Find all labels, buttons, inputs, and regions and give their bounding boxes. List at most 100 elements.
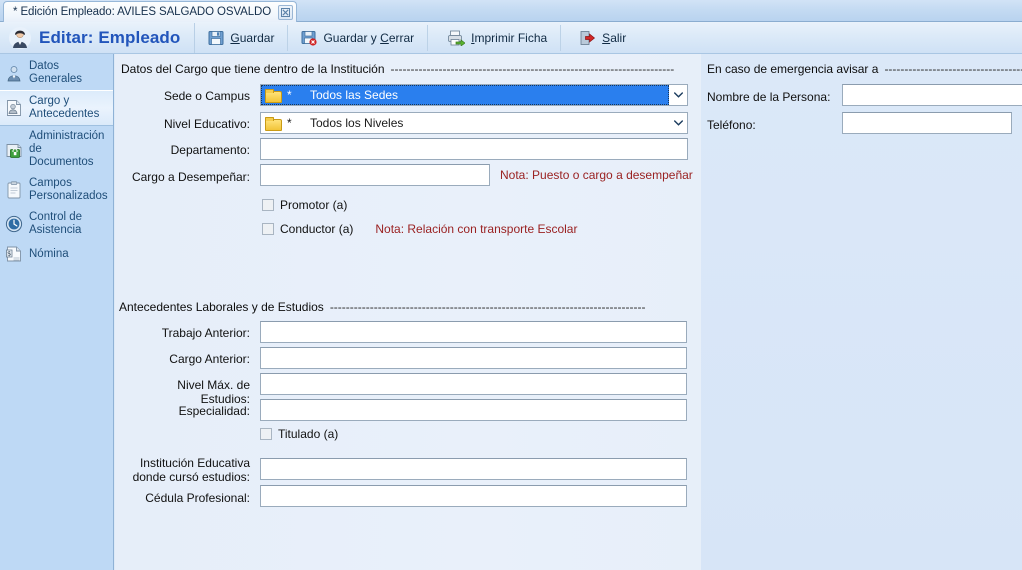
nivel-max-estudios-input[interactable] [260, 373, 687, 395]
folder-lock-icon [5, 141, 23, 159]
employee-avatar-icon [8, 26, 32, 50]
cargo-desempenar-note: Nota: Puesto o cargo a desempeñar [500, 168, 693, 182]
person-icon [5, 64, 23, 82]
folder-icon [265, 89, 282, 103]
conductor-checkbox[interactable] [262, 223, 274, 235]
label-cedula-profesional: Cédula Profesional: [145, 491, 250, 505]
section-rule: ----------------------------------------… [390, 62, 675, 76]
departamento-input[interactable] [260, 138, 688, 160]
section-title-cargo: Datos del Cargo que tiene dentro de la I… [121, 62, 385, 76]
document-tab-strip: * Edición Empleado: AVILES SALGADO OSVAL… [0, 0, 1022, 22]
save-and-close-icon [301, 30, 318, 46]
nivel-educativo-combo[interactable]: * Todos los Niveles [260, 112, 688, 134]
section-header-antecedentes: Antecedentes Laborales y de Estudios ---… [119, 300, 696, 314]
section-rule-2: ----------------------------------------… [329, 300, 646, 314]
navigation-sidebar: Datos Generales Cargo y Antecedentes Adm… [0, 54, 114, 570]
toolbar-divider [287, 24, 289, 51]
label-trabajo-anterior: Trabajo Anterior: [161, 326, 250, 340]
telefono-input[interactable] [842, 112, 1012, 134]
promotor-checkbox-label: Promotor (a) [280, 198, 348, 212]
label-sede-campus: Sede o Campus [163, 89, 250, 103]
sidebar-item-control-asistencia[interactable]: Control de Asistencia [0, 207, 113, 241]
document-tab-title: * Edición Empleado: AVILES SALGADO OSVAL… [13, 6, 272, 18]
chevron-down-icon[interactable] [669, 85, 687, 105]
printer-icon [447, 30, 466, 47]
save-and-close-button-label: Guardar y Cerrar [323, 30, 415, 45]
conductor-checkbox-row[interactable]: Conductor (a) Nota: Relación con transpo… [262, 222, 577, 236]
sidebar-item-label: Datos Generales [29, 60, 83, 85]
sede-campus-combo-value-area[interactable]: * Todos las Sedes [261, 85, 669, 105]
form-canvas: Datos del Cargo que tiene dentro de la I… [115, 54, 1022, 570]
print-record-button-label: Imprimir Ficha [471, 30, 548, 45]
cargo-desempenar-input[interactable] [260, 164, 490, 186]
clipboard-icon [5, 181, 23, 199]
toolbar-divider-2 [427, 24, 429, 51]
label-cargo-desempenar: Cargo a Desempeñar: [131, 170, 250, 184]
clock-icon [5, 215, 23, 233]
titulado-checkbox-label: Titulado (a) [278, 427, 339, 441]
folder-icon [265, 117, 282, 131]
section-rule-3: ------------------------------------- [884, 62, 1022, 76]
sede-campus-combo[interactable]: * Todos las Sedes [260, 84, 688, 106]
section-header-cargo: Datos del Cargo que tiene dentro de la I… [121, 62, 696, 76]
nivel-educativo-star: * [287, 116, 292, 130]
page-title-group: Editar: Empleado [2, 22, 196, 53]
label-nivel-max-estudios: Nivel Máx. de Estudios: [177, 378, 250, 406]
sidebar-item-nomina[interactable]: $ Nómina [0, 241, 113, 267]
chevron-down-icon[interactable] [669, 113, 687, 133]
nivel-educativo-combo-value-area[interactable]: * Todos los Niveles [261, 113, 669, 133]
payroll-icon: $ [5, 245, 23, 263]
label-institucion-line1: Institución Educativa [139, 456, 250, 470]
section-header-emergencia: En caso de emergencia avisar a ---------… [707, 62, 1022, 76]
sidebar-item-administracion-documentos[interactable]: Administración de Documentos [0, 126, 113, 173]
institucion-educativa-input[interactable] [260, 458, 687, 480]
sidebar-item-campos-personalizados[interactable]: Campos Personalizados [0, 173, 113, 207]
label-departamento: Departamento: [170, 143, 250, 157]
sidebar-item-label: Control de Asistencia [29, 211, 83, 236]
sede-campus-star: * [287, 88, 292, 102]
sidebar-item-label: Nómina [29, 247, 69, 260]
exit-icon [580, 30, 596, 46]
sidebar-item-datos-generales[interactable]: Datos Generales [0, 54, 113, 90]
sidebar-item-label: Cargo y Antecedentes [29, 95, 100, 120]
save-icon [208, 30, 224, 46]
label-telefono: Teléfono: [707, 118, 756, 132]
conductor-note: Nota: Relación con transporte Escolar [375, 222, 578, 236]
label-institucion-educativa: Institución Educativa donde cursó estudi… [125, 456, 250, 484]
section-title-emergencia: En caso de emergencia avisar a [707, 62, 879, 76]
sidebar-item-label: Campos Personalizados [29, 177, 108, 202]
toolbar-divider-3 [560, 24, 562, 51]
document-person-icon [5, 99, 23, 117]
trabajo-anterior-input[interactable] [260, 321, 687, 343]
save-button[interactable]: Guardar [197, 25, 285, 51]
save-and-close-button[interactable]: Guardar y Cerrar [290, 25, 425, 51]
section-title-antecedentes: Antecedentes Laborales y de Estudios [119, 300, 324, 314]
sede-campus-value: Todos las Sedes [310, 88, 399, 102]
print-record-button[interactable]: Imprimir Ficha [436, 25, 558, 51]
cargo-anterior-input[interactable] [260, 347, 687, 369]
sidebar-item-label: Administración de Documentos [29, 130, 105, 168]
cedula-profesional-input[interactable] [260, 485, 687, 507]
svg-text:$: $ [7, 250, 11, 258]
nombre-persona-input[interactable] [842, 84, 1022, 106]
sidebar-item-cargo-y-antecedentes[interactable]: Cargo y Antecedentes [0, 90, 113, 126]
page-title: Editar: Empleado [39, 27, 181, 47]
conductor-checkbox-label: Conductor (a) [280, 222, 354, 236]
especialidad-input[interactable] [260, 399, 687, 421]
label-institucion-line2: donde cursó estudios: [132, 470, 250, 484]
label-especialidad: Especialidad: [178, 404, 250, 418]
close-icon[interactable] [278, 4, 294, 20]
exit-button[interactable]: Salir [569, 25, 637, 51]
label-nombre-persona: Nombre de la Persona: [707, 90, 831, 104]
exit-button-label: Salir [602, 30, 627, 45]
promotor-checkbox[interactable] [262, 199, 274, 211]
document-tab[interactable]: * Edición Empleado: AVILES SALGADO OSVAL… [3, 1, 298, 22]
nivel-educativo-value: Todos los Niveles [310, 116, 404, 130]
label-nivel-educativo: Nivel Educativo: [163, 117, 250, 131]
form-header-toolbar: Editar: Empleado Guardar Guardar y Cerra… [0, 22, 1022, 54]
label-cargo-anterior: Cargo Anterior: [169, 352, 250, 366]
promotor-checkbox-row[interactable]: Promotor (a) [262, 198, 347, 212]
save-button-label: Guardar [230, 30, 275, 45]
titulado-checkbox-row[interactable]: Titulado (a) [260, 427, 338, 441]
titulado-checkbox[interactable] [260, 428, 272, 440]
